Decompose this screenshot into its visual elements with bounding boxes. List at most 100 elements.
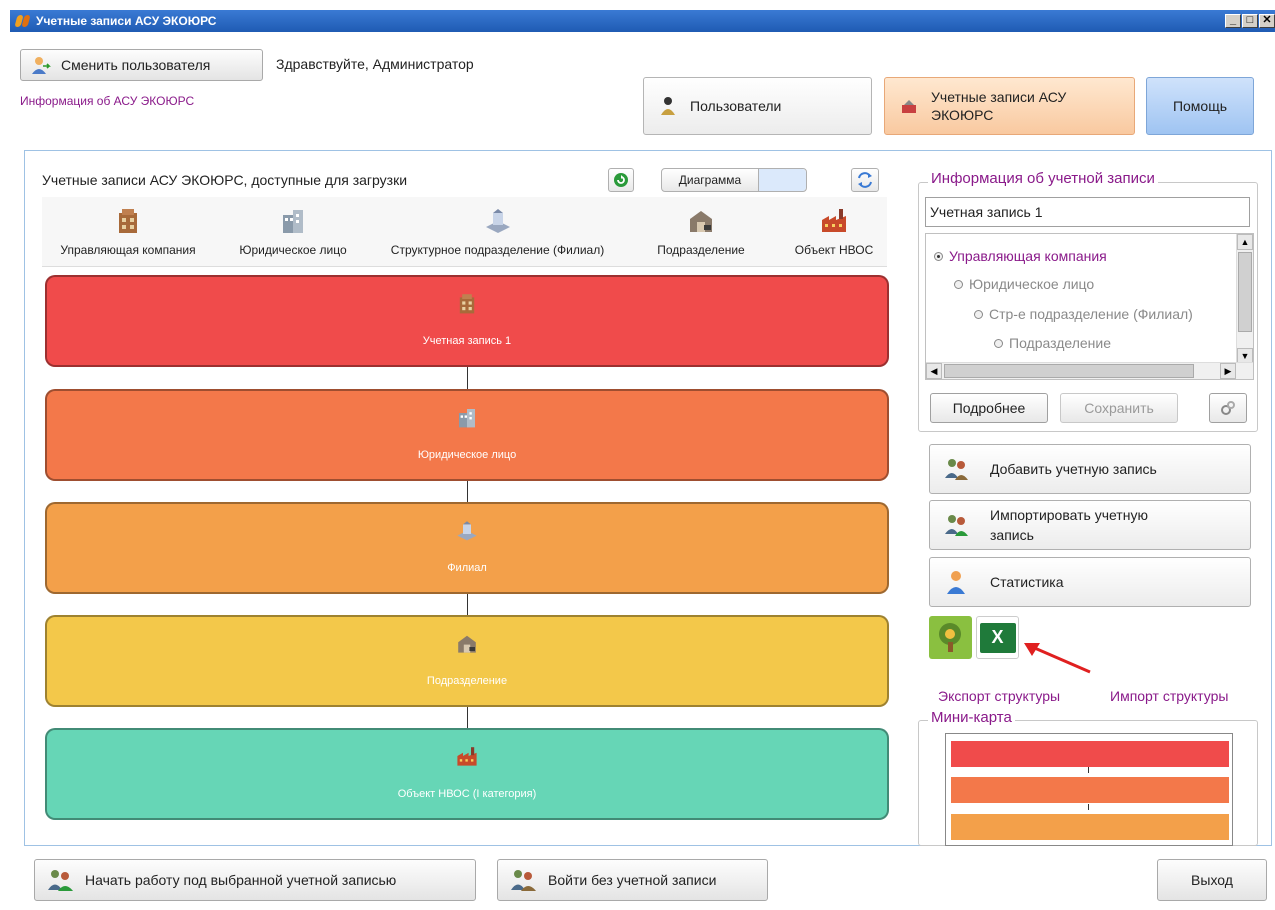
add-users-icon [945, 459, 968, 480]
details-label: Подробнее [952, 400, 1026, 416]
nav-accounts-label-2: ЭКОЮРС [931, 107, 994, 123]
export-structure-tile[interactable] [929, 616, 972, 659]
node-label: Юридическое лицо [417, 449, 517, 461]
save-button[interactable]: Сохранить [1060, 393, 1178, 423]
legend-label: Структурное подразделение (Филиал) [390, 243, 605, 257]
scroll-thumb[interactable] [944, 364, 1194, 378]
minimize-button[interactable]: _ [1225, 14, 1241, 28]
import-users-icon [945, 515, 968, 536]
save-label: Сохранить [1084, 400, 1154, 416]
swap-view-button[interactable] [851, 168, 879, 192]
export-structure-link[interactable]: Экспорт структуры [938, 688, 1060, 704]
switch-user-button[interactable]: Сменить пользователя [20, 49, 263, 81]
nav-help-button[interactable]: Помощь [1146, 77, 1254, 135]
account-node-legal-entity[interactable]: Юридическое лицо [45, 389, 889, 481]
minimap-bar [951, 741, 1229, 767]
enter-without-account-button[interactable]: Войти без учетной записи [497, 859, 768, 901]
minimap[interactable] [945, 733, 1233, 846]
account-name-field[interactable]: Учетная запись 1 [925, 197, 1250, 227]
tree-horizontal-scrollbar[interactable]: ◀ ▶ [926, 362, 1253, 379]
legend-label: Управляющая компания [60, 243, 196, 257]
hierarchy-tree[interactable]: Управляющая компания Юридическое лицо Ст… [925, 233, 1254, 380]
legend-item-management: Управляющая компания [48, 197, 208, 267]
minimap-title: Мини-карта [928, 709, 1015, 726]
nav-users-label: Пользователи [690, 98, 782, 114]
legend-item-nvos-object: Объект НВОС [786, 197, 882, 267]
accounts-icon [902, 100, 916, 113]
user-switch-icon [32, 57, 51, 74]
close-button[interactable]: ✕ [1259, 14, 1275, 28]
users-group-icon [48, 870, 73, 891]
import-account-button[interactable]: Импортировать учетную запись [929, 500, 1251, 550]
tree-item-label: Стр-е подразделение (Филиал) [989, 306, 1193, 322]
users-icon [661, 97, 675, 115]
import-structure-link[interactable]: Импорт структуры [1110, 688, 1228, 704]
minimap-bar [951, 814, 1229, 840]
radio-icon[interactable] [974, 309, 983, 319]
legend-item-legal-entity: Юридическое лицо [230, 197, 356, 267]
building-stack-icon [119, 209, 137, 233]
diagram-toggle-label: Диаграмма [678, 173, 742, 187]
refresh-button[interactable] [608, 168, 634, 192]
import-structure-tile[interactable]: X [976, 616, 1019, 659]
settings-button[interactable] [1209, 393, 1247, 423]
users-group-icon [511, 870, 536, 891]
branch-icon [485, 209, 510, 233]
tree-item-division[interactable]: Подразделение [994, 335, 1111, 351]
legend-item-branch: Структурное подразделение (Филиал) [370, 197, 625, 267]
tree-vertical-scrollbar[interactable]: ▲ ▼ [1236, 234, 1253, 364]
accounts-panel-title: Учетные записи АСУ ЭКОЮРС, доступные для… [42, 172, 408, 188]
tree-item-legal-entity[interactable]: Юридическое лицо [954, 276, 1094, 292]
add-account-button[interactable]: Добавить учетную запись [929, 444, 1251, 494]
maximize-button[interactable]: □ [1242, 14, 1258, 28]
account-node-branch[interactable]: Филиал [45, 502, 889, 594]
statistics-button[interactable]: Статистика [929, 557, 1251, 607]
radio-icon[interactable] [994, 338, 1003, 348]
app-logo-icon [14, 14, 32, 28]
account-node-management[interactable]: Учетная запись 1 [45, 275, 889, 367]
info-link[interactable]: Информация об АСУ ЭКОЮРС [20, 94, 194, 108]
start-with-account-button[interactable]: Начать работу под выбранной учетной запи… [34, 859, 476, 901]
account-node-nvos-object[interactable]: Объект НВОС (I категория) [45, 728, 889, 820]
warehouse-icon [458, 635, 476, 653]
excel-icon-text: X [991, 627, 1004, 647]
nav-accounts-button[interactable]: Учетные записи АСУ ЭКОЮРС [884, 77, 1135, 135]
account-node-division[interactable]: Подразделение [45, 615, 889, 707]
start-with-account-label: Начать работу под выбранной учетной запи… [85, 872, 397, 888]
office-building-icon [283, 210, 303, 233]
scroll-up-icon[interactable]: ▲ [1237, 234, 1253, 250]
import-account-label-2: запись [990, 527, 1034, 543]
greeting-text: Здравствуйте, Администратор [276, 56, 474, 72]
nav-users-button[interactable]: Пользователи [643, 77, 872, 135]
legend-item-division: Подразделение [643, 197, 759, 267]
radio-selected-icon[interactable] [934, 251, 943, 261]
refresh-icon [614, 173, 628, 187]
warehouse-icon [690, 211, 712, 232]
toggle-switch [758, 169, 806, 191]
scroll-left-icon[interactable]: ◀ [926, 363, 942, 379]
tree-item-management[interactable]: Управляющая компания [934, 248, 1107, 264]
legend-label: Подразделение [657, 243, 745, 257]
factory-icon [822, 209, 846, 232]
window-titlebar: Учетные записи АСУ ЭКОЮРС _ □ ✕ [10, 10, 1275, 32]
radio-icon[interactable] [954, 279, 963, 289]
exit-button[interactable]: Выход [1157, 859, 1267, 901]
window-controls: _ □ ✕ [1225, 14, 1275, 28]
node-connector [467, 594, 468, 615]
gears-icon [1221, 401, 1235, 415]
details-button[interactable]: Подробнее [930, 393, 1048, 423]
branch-icon [457, 521, 477, 541]
scroll-thumb[interactable] [1238, 252, 1252, 332]
nav-accounts-label-1: Учетные записи АСУ [931, 89, 1067, 105]
enter-without-account-label: Войти без учетной записи [548, 872, 717, 888]
tree-structure-icon [939, 623, 961, 652]
exit-label: Выход [1191, 872, 1233, 888]
tree-item-branch[interactable]: Стр-е подразделение (Филиал) [974, 306, 1193, 322]
scroll-right-icon[interactable]: ▶ [1220, 363, 1236, 379]
node-connector [467, 707, 468, 728]
node-label: Объект НВОС (I категория) [397, 788, 537, 800]
add-account-label: Добавить учетную запись [990, 461, 1157, 477]
tree-item-label: Подразделение [1009, 335, 1112, 351]
minimap-connector [1088, 767, 1089, 773]
diagram-toggle[interactable]: Диаграмма [661, 168, 807, 192]
